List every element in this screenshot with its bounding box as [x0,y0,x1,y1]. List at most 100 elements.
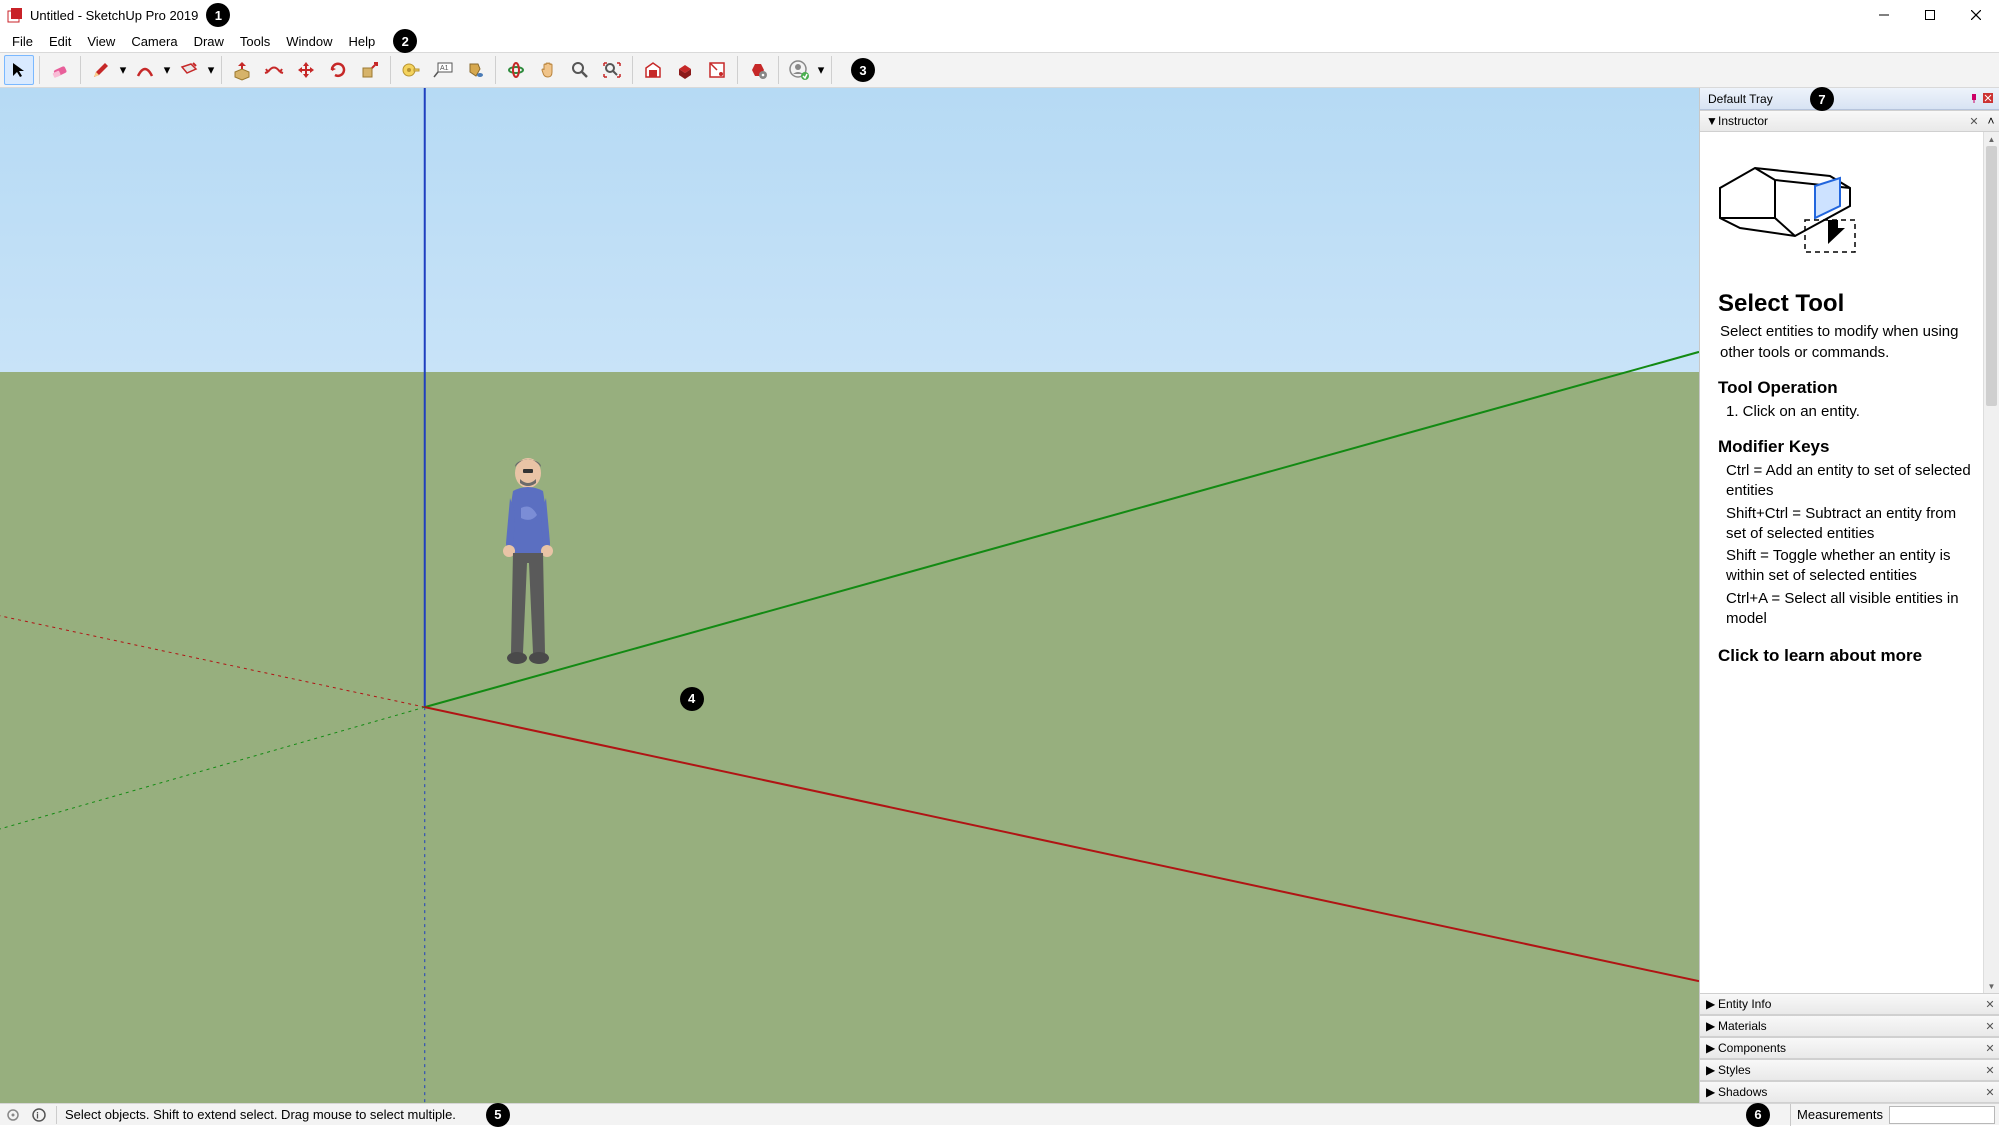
credits-icon[interactable]: i [26,1104,52,1126]
menu-window[interactable]: Window [278,32,340,51]
panel-title: Entity Info [1718,997,1771,1011]
collapse-icon: ▼ [1706,114,1718,128]
panel-header-instructor[interactable]: ▼ Instructor ✕ ˄ [1700,110,1999,132]
window-title: Untitled - SketchUp Pro 2019 [30,8,198,23]
panel-title: Styles [1718,1063,1751,1077]
instructor-learn-more[interactable]: Click to learn about more [1718,645,1973,668]
scroll-thumb[interactable] [1986,146,1997,406]
extension-warehouse-button[interactable] [670,55,700,85]
panel-title: Instructor [1718,114,1768,128]
separator [390,56,391,84]
panel-header-materials[interactable]: ▶ Materials ✕ [1700,1015,1999,1037]
tray-pin-icon[interactable] [1969,93,1981,105]
annotation-5: 5 [486,1103,510,1127]
separator [495,56,496,84]
status-hint: Select objects. Shift to extend select. … [61,1107,456,1122]
tray-close-icon[interactable] [1983,93,1995,105]
menu-tools[interactable]: Tools [232,32,278,51]
pan-tool-button[interactable] [533,55,563,85]
panel-close-icon[interactable]: ✕ [1965,112,1983,130]
menu-bar: File Edit View Camera Draw Tools Window … [0,30,1999,52]
panel-close-icon[interactable]: ✕ [1981,1017,1999,1035]
annotation-6: 6 [1746,1103,1770,1127]
default-tray: Default Tray 7 ▼ Instructor ✕ ˄ ▲ ▼ [1699,88,1999,1103]
work-area: 4 Default Tray 7 ▼ Instructor ✕ ˄ ▲ ▼ [0,88,1999,1103]
panel-close-icon[interactable]: ✕ [1981,995,1999,1013]
orbit-tool-button[interactable] [501,55,531,85]
instructor-op-heading: Tool Operation [1718,377,1973,400]
arc-dropdown[interactable]: ▾ [162,55,172,85]
tape-tool-button[interactable] [396,55,426,85]
panel-title: Materials [1718,1019,1767,1033]
scroll-up-icon[interactable]: ▲ [1984,132,1999,146]
instructor-illustration [1700,148,1880,268]
status-bar: i Select objects. Shift to extend select… [0,1103,1999,1125]
pencil-dropdown[interactable]: ▾ [118,55,128,85]
zoom-tool-button[interactable] [565,55,595,85]
tray-header[interactable]: Default Tray 7 [1700,88,1999,110]
separator [221,56,222,84]
annotation-2: 2 [393,29,417,53]
minimize-button[interactable] [1861,0,1907,30]
pencil-tool-button[interactable] [86,55,116,85]
panel-header-shadows[interactable]: ▶ Shadows ✕ [1700,1081,1999,1103]
separator [831,56,832,84]
expand-icon: ▶ [1706,1019,1718,1033]
instructor-subtitle: Select entities to modify when using oth… [1720,322,1973,363]
panel-header-components[interactable]: ▶ Components ✕ [1700,1037,1999,1059]
select-tool-button[interactable] [4,55,34,85]
arc-tool-button[interactable] [130,55,160,85]
rectangle-tool-button[interactable] [174,55,204,85]
menu-draw[interactable]: Draw [186,32,232,51]
menu-view[interactable]: View [79,32,123,51]
annotation-4: 4 [680,687,704,711]
user-dropdown[interactable]: ▾ [816,55,826,85]
expand-icon: ▶ [1706,1041,1718,1055]
tray-title: Default Tray [1708,92,1773,106]
annotation-7: 7 [1810,87,1834,111]
close-button[interactable] [1953,0,1999,30]
panel-collapse-up-icon[interactable]: ˄ [1983,114,1999,128]
scroll-down-icon[interactable]: ▼ [1984,979,1999,993]
svg-text:i: i [36,1110,39,1120]
panel-close-icon[interactable]: ✕ [1981,1083,1999,1101]
viewport-3d[interactable]: 4 [0,88,1699,1103]
menu-help[interactable]: Help [341,32,384,51]
geo-location-icon[interactable] [0,1104,26,1126]
offset-tool-button[interactable] [259,55,289,85]
panel-close-icon[interactable]: ✕ [1981,1061,1999,1079]
scrollbar[interactable]: ▲ ▼ [1983,132,1999,993]
layout-button[interactable] [702,55,732,85]
measurements-input[interactable] [1889,1106,1995,1124]
warehouse-button[interactable] [638,55,668,85]
modifier-key-text: Ctrl = Add an entity to set of selected … [1720,461,1973,502]
panel-close-icon[interactable]: ✕ [1981,1039,1999,1057]
move-tool-button[interactable] [291,55,321,85]
panel-header-entity-info[interactable]: ▶ Entity Info ✕ [1700,993,1999,1015]
separator [80,56,81,84]
separator [39,56,40,84]
scale-tool-button[interactable] [355,55,385,85]
panel-header-styles[interactable]: ▶ Styles ✕ [1700,1059,1999,1081]
instructor-panel-body: ▲ ▼ Select Tool Select entities to modif… [1700,132,1999,993]
paint-tool-button[interactable] [460,55,490,85]
modifier-key-text: Ctrl+A = Select all visible entities in … [1720,589,1973,630]
menu-camera[interactable]: Camera [123,32,185,51]
rectangle-dropdown[interactable]: ▾ [206,55,216,85]
menu-file[interactable]: File [4,32,41,51]
modifier-key-text: Shift = Toggle whether an entity is with… [1720,546,1973,587]
separator [737,56,738,84]
axes-overlay [0,88,1699,1103]
title-bar: Untitled - SketchUp Pro 2019 1 [0,0,1999,30]
zoom-extents-tool-button[interactable] [597,55,627,85]
pushpull-tool-button[interactable] [227,55,257,85]
rotate-tool-button[interactable] [323,55,353,85]
eraser-tool-button[interactable] [45,55,75,85]
text-tool-button[interactable]: A1 [428,55,458,85]
extension-manager-button[interactable] [743,55,773,85]
expand-icon: ▶ [1706,997,1718,1011]
user-account-button[interactable] [784,55,814,85]
menu-edit[interactable]: Edit [41,32,79,51]
maximize-button[interactable] [1907,0,1953,30]
annotation-1: 1 [206,3,230,27]
